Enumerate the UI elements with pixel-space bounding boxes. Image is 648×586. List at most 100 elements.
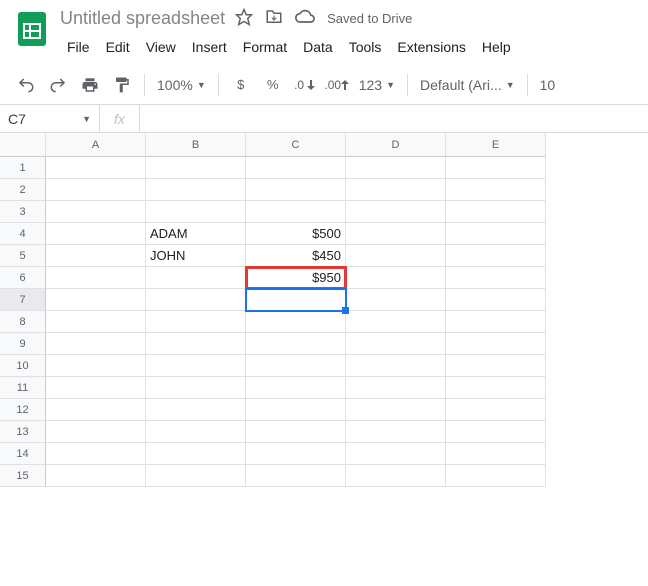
cell-C1[interactable] [246, 157, 346, 179]
cell-B12[interactable] [146, 399, 246, 421]
cell-D9[interactable] [346, 333, 446, 355]
cell-A2[interactable] [46, 179, 146, 201]
menu-format[interactable]: Format [236, 35, 294, 59]
col-header-B[interactable]: B [146, 133, 246, 157]
cell-A9[interactable] [46, 333, 146, 355]
row-header-10[interactable]: 10 [0, 355, 46, 377]
cell-B1[interactable] [146, 157, 246, 179]
cell-A3[interactable] [46, 201, 146, 223]
cell-D1[interactable] [346, 157, 446, 179]
cell-E15[interactable] [446, 465, 546, 487]
col-header-D[interactable]: D [346, 133, 446, 157]
cell-B8[interactable] [146, 311, 246, 333]
cell-C14[interactable] [246, 443, 346, 465]
menu-tools[interactable]: Tools [342, 35, 389, 59]
cell-B2[interactable] [146, 179, 246, 201]
cell-B10[interactable] [146, 355, 246, 377]
row-header-8[interactable]: 8 [0, 311, 46, 333]
decrease-decimal-button[interactable]: .0 [291, 71, 319, 99]
menu-edit[interactable]: Edit [99, 35, 137, 59]
cell-A4[interactable] [46, 223, 146, 245]
cell-A1[interactable] [46, 157, 146, 179]
cell-C4[interactable]: $500 [246, 223, 346, 245]
cell-A6[interactable] [46, 267, 146, 289]
row-header-6[interactable]: 6 [0, 267, 46, 289]
cell-E3[interactable] [446, 201, 546, 223]
cell-A12[interactable] [46, 399, 146, 421]
currency-button[interactable]: $ [227, 71, 255, 99]
cell-E5[interactable] [446, 245, 546, 267]
increase-decimal-button[interactable]: .00 [323, 71, 351, 99]
cell-A7[interactable] [46, 289, 146, 311]
cell-C3[interactable] [246, 201, 346, 223]
cell-B9[interactable] [146, 333, 246, 355]
cell-C13[interactable] [246, 421, 346, 443]
cell-C6[interactable]: $950 [246, 267, 346, 289]
cell-D6[interactable] [346, 267, 446, 289]
cell-D11[interactable] [346, 377, 446, 399]
cell-A13[interactable] [46, 421, 146, 443]
row-header-15[interactable]: 15 [0, 465, 46, 487]
menu-help[interactable]: Help [475, 35, 518, 59]
cell-D4[interactable] [346, 223, 446, 245]
cell-D8[interactable] [346, 311, 446, 333]
cell-C10[interactable] [246, 355, 346, 377]
cell-A14[interactable] [46, 443, 146, 465]
percent-button[interactable]: % [259, 71, 287, 99]
cell-E1[interactable] [446, 157, 546, 179]
cell-E8[interactable] [446, 311, 546, 333]
selection-handle[interactable] [342, 307, 349, 314]
cell-E13[interactable] [446, 421, 546, 443]
cell-E4[interactable] [446, 223, 546, 245]
row-header-11[interactable]: 11 [0, 377, 46, 399]
redo-button[interactable] [44, 71, 72, 99]
cell-D3[interactable] [346, 201, 446, 223]
cell-D7[interactable] [346, 289, 446, 311]
cell-B3[interactable] [146, 201, 246, 223]
cell-B11[interactable] [146, 377, 246, 399]
star-icon[interactable] [235, 8, 253, 29]
row-header-1[interactable]: 1 [0, 157, 46, 179]
cell-C9[interactable] [246, 333, 346, 355]
cell-B15[interactable] [146, 465, 246, 487]
menu-view[interactable]: View [139, 35, 183, 59]
row-header-12[interactable]: 12 [0, 399, 46, 421]
cell-E9[interactable] [446, 333, 546, 355]
cell-E14[interactable] [446, 443, 546, 465]
document-title[interactable]: Untitled spreadsheet [60, 8, 225, 29]
row-header-4[interactable]: 4 [0, 223, 46, 245]
menu-file[interactable]: File [60, 35, 97, 59]
menu-extensions[interactable]: Extensions [390, 35, 472, 59]
cell-A15[interactable] [46, 465, 146, 487]
font-selector[interactable]: Default (Ari...▼ [416, 77, 519, 93]
name-box[interactable]: C7▼ [0, 105, 100, 132]
cell-A8[interactable] [46, 311, 146, 333]
cell-D5[interactable] [346, 245, 446, 267]
cell-D14[interactable] [346, 443, 446, 465]
cell-E7[interactable] [446, 289, 546, 311]
cell-B13[interactable] [146, 421, 246, 443]
cell-C15[interactable] [246, 465, 346, 487]
cell-E6[interactable] [446, 267, 546, 289]
cell-C12[interactable] [246, 399, 346, 421]
cell-D2[interactable] [346, 179, 446, 201]
cell-E2[interactable] [446, 179, 546, 201]
number-format-selector[interactable]: 123▼ [355, 77, 399, 93]
row-header-3[interactable]: 3 [0, 201, 46, 223]
cell-D10[interactable] [346, 355, 446, 377]
sheets-logo-icon[interactable] [12, 8, 52, 48]
cell-B7[interactable] [146, 289, 246, 311]
cell-B14[interactable] [146, 443, 246, 465]
col-header-A[interactable]: A [46, 133, 146, 157]
undo-button[interactable] [12, 71, 40, 99]
cell-D13[interactable] [346, 421, 446, 443]
cell-A11[interactable] [46, 377, 146, 399]
row-header-14[interactable]: 14 [0, 443, 46, 465]
print-button[interactable] [76, 71, 104, 99]
formula-input[interactable] [140, 105, 648, 132]
move-icon[interactable] [265, 8, 283, 29]
col-header-C[interactable]: C [246, 133, 346, 157]
cell-C7[interactable] [246, 289, 346, 311]
cloud-saved-icon[interactable] [295, 8, 315, 29]
row-header-5[interactable]: 5 [0, 245, 46, 267]
